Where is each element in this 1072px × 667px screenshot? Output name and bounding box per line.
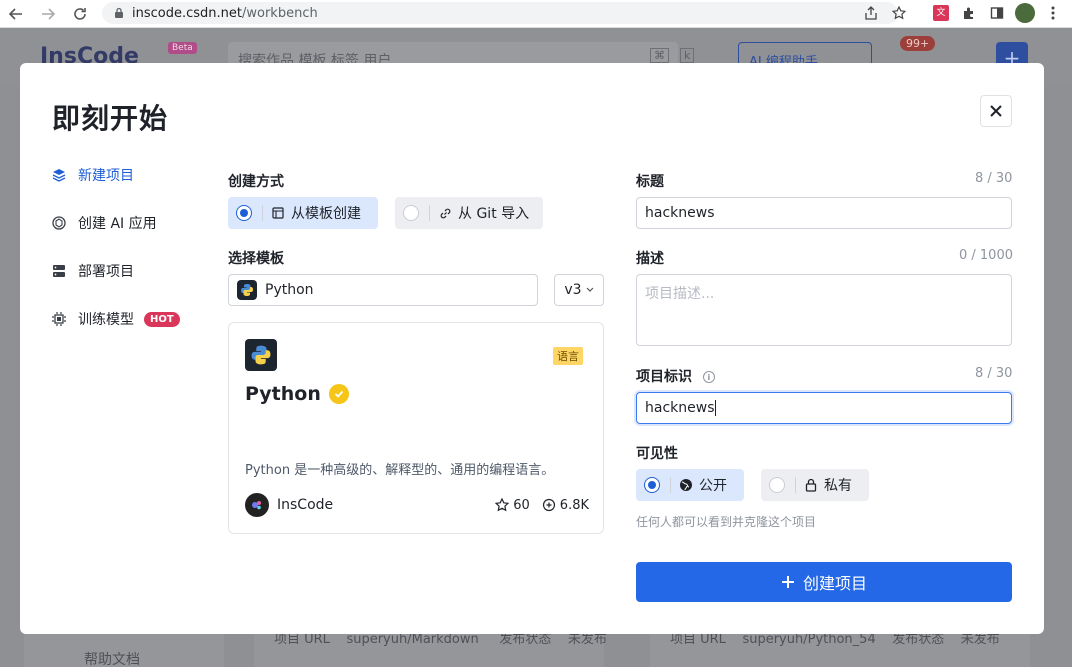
- visibility-public[interactable]: 公开: [636, 469, 744, 501]
- python-logo-icon: [237, 280, 257, 300]
- browser-toolbar: inscode.csdn.net/workbench 文: [0, 0, 1072, 28]
- lock-icon: [804, 478, 818, 492]
- create-method-label: 创建方式: [228, 174, 284, 190]
- text-cursor: [714, 400, 716, 416]
- bookmark-star-icon[interactable]: [888, 2, 910, 24]
- project-id-input[interactable]: hacknews: [636, 392, 1012, 424]
- description-counter: 0 / 1000: [959, 248, 1013, 263]
- fork-stat: 6.8K: [542, 498, 589, 513]
- profile-avatar[interactable]: [1014, 2, 1036, 24]
- info-icon[interactable]: i: [702, 371, 715, 383]
- chevron-down-icon: [586, 287, 594, 292]
- star-icon: [495, 498, 510, 512]
- address-bar[interactable]: inscode.csdn.net/workbench: [102, 2, 898, 24]
- url-path: /workbench: [242, 5, 318, 21]
- back-arrow-icon[interactable]: [4, 2, 28, 26]
- divider: [795, 477, 796, 493]
- openai-icon: [50, 214, 68, 232]
- url-domain: inscode.csdn.net: [132, 5, 242, 21]
- star-stat: 60: [495, 498, 530, 513]
- modal-sidebar: 新建项目 创建 AI 应用 部署项目 训练模型 HOT: [50, 163, 230, 355]
- chip-icon: [50, 310, 68, 328]
- globe-icon: [679, 478, 693, 492]
- python-logo-icon: [245, 339, 277, 371]
- close-button[interactable]: [980, 95, 1012, 127]
- lock-icon: [114, 7, 124, 19]
- template-card[interactable]: 语言 Python Python 是一种高级的、解释型的、通用的编程语言。 In…: [228, 322, 604, 534]
- create-project-button[interactable]: 创建项目: [636, 562, 1012, 602]
- version-select[interactable]: v3: [554, 274, 604, 306]
- plus-circle-icon: [542, 498, 555, 512]
- card-title: Python: [245, 383, 349, 405]
- language-tag: 语言: [553, 347, 583, 365]
- title-counter: 8 / 30: [975, 171, 1013, 186]
- sidebar-item-train-model[interactable]: 训练模型 HOT: [50, 307, 230, 331]
- sidepanel-icon[interactable]: [986, 2, 1008, 24]
- beta-badge: Beta: [168, 42, 197, 54]
- sidebar-item-ai-app[interactable]: 创建 AI 应用: [50, 211, 230, 235]
- modal-title: 即刻开始: [52, 102, 169, 135]
- author-name: InsCode: [277, 497, 334, 513]
- hot-badge: HOT: [144, 311, 180, 327]
- radio-selected: [644, 477, 660, 493]
- verified-check-icon: [328, 384, 349, 404]
- visibility-label: 可见性: [636, 446, 678, 462]
- template-select[interactable]: Python: [228, 274, 538, 306]
- template-label: 选择模板: [228, 251, 284, 267]
- radio-unselected: [403, 205, 419, 221]
- server-icon: [50, 262, 68, 280]
- project-id-label: 项目标识 i: [636, 366, 715, 386]
- link-icon: [438, 206, 452, 220]
- radio-selected: [236, 205, 252, 221]
- description-label: 描述: [636, 251, 664, 267]
- plus-icon: [781, 576, 794, 588]
- inscode-avatar: [245, 493, 269, 517]
- template-icon: [271, 206, 285, 220]
- project-id-counter: 8 / 30: [975, 366, 1013, 381]
- share-icon[interactable]: [860, 2, 882, 24]
- sidebar-item-new-project[interactable]: 新建项目: [50, 163, 230, 187]
- reload-icon[interactable]: [68, 2, 92, 26]
- description-textarea[interactable]: 项目描述...: [636, 274, 1012, 346]
- card-footer: InsCode 60 6.8K: [245, 493, 589, 517]
- visibility-hint: 任何人都可以看到并克隆这个项目: [636, 515, 817, 529]
- forward-arrow-icon[interactable]: [36, 2, 60, 26]
- option-from-git[interactable]: 从 Git 导入: [395, 197, 543, 229]
- divider: [429, 205, 430, 221]
- extensions-icon[interactable]: [958, 2, 980, 24]
- notification-badge: 99+: [900, 36, 936, 51]
- radio-unselected: [769, 477, 785, 493]
- divider: [262, 205, 263, 221]
- card-description: Python 是一种高级的、解释型的、通用的编程语言。: [245, 463, 555, 478]
- layers-icon: [50, 166, 68, 184]
- divider: [670, 477, 671, 493]
- visibility-private[interactable]: 私有: [761, 469, 869, 501]
- start-modal: 即刻开始 新建项目 创建 AI 应用 部署项目 训练模型 HOT 创建方式 从模…: [20, 63, 1044, 634]
- title-input[interactable]: hacknews: [636, 197, 1012, 229]
- menu-kebab-icon[interactable]: [1042, 2, 1064, 24]
- translate-icon[interactable]: 文: [930, 2, 952, 24]
- sidebar-item-deploy[interactable]: 部署项目: [50, 259, 230, 283]
- title-label: 标题: [636, 174, 664, 190]
- close-icon: [990, 105, 1002, 117]
- option-from-template[interactable]: 从模板创建: [228, 197, 378, 229]
